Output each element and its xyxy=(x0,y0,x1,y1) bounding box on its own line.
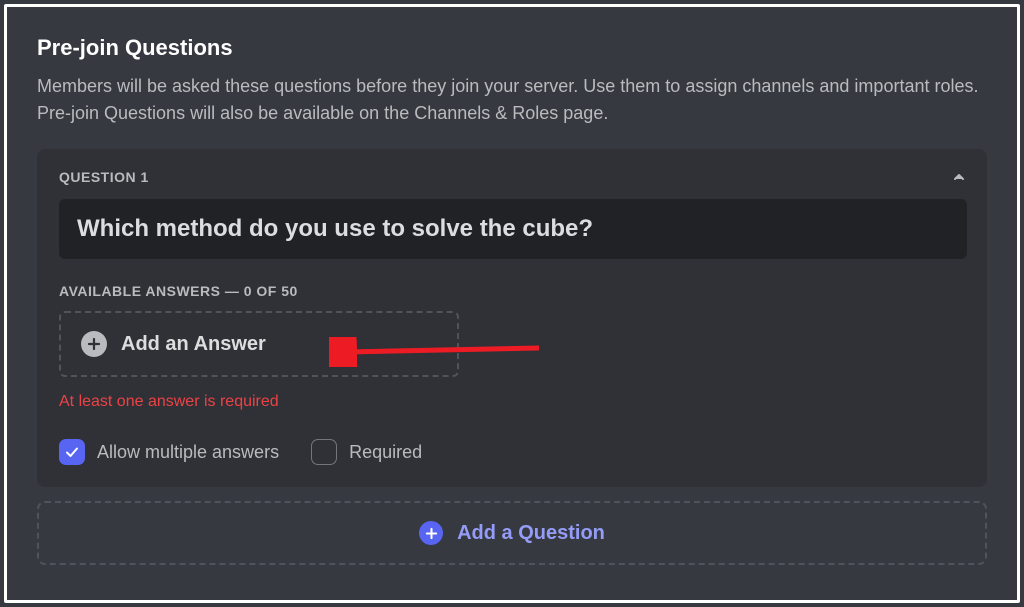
chevron-up-icon xyxy=(951,169,967,185)
checkbox-row: Allow multiple answers Required xyxy=(59,439,967,465)
question-card: QUESTION 1 Which method do you use to so… xyxy=(37,149,987,487)
checkbox-icon-unchecked xyxy=(311,439,337,465)
plus-icon xyxy=(81,331,107,357)
error-message: At least one answer is required xyxy=(59,393,967,411)
checkbox-icon-checked xyxy=(59,439,85,465)
question-number-label: QUESTION 1 xyxy=(59,169,149,185)
question-text: Which method do you use to solve the cub… xyxy=(77,215,949,243)
add-answer-button[interactable]: Add an Answer xyxy=(59,311,459,377)
available-answers-label: AVAILABLE ANSWERS — 0 OF 50 xyxy=(59,283,967,299)
collapse-button[interactable] xyxy=(951,169,967,185)
allow-multiple-checkbox[interactable]: Allow multiple answers xyxy=(59,439,279,465)
add-question-button[interactable]: Add a Question xyxy=(37,501,987,565)
plus-icon xyxy=(419,521,443,545)
allow-multiple-label: Allow multiple answers xyxy=(97,442,279,463)
required-checkbox[interactable]: Required xyxy=(311,439,422,465)
arrow-annotation-icon xyxy=(329,337,549,367)
add-answer-label: Add an Answer xyxy=(121,333,266,356)
page-title: Pre-join Questions xyxy=(37,35,987,61)
question-text-input[interactable]: Which method do you use to solve the cub… xyxy=(59,199,967,259)
question-header: QUESTION 1 xyxy=(59,169,967,185)
page-description: Members will be asked these questions be… xyxy=(37,73,987,127)
add-question-label: Add a Question xyxy=(457,522,605,545)
required-label: Required xyxy=(349,442,422,463)
